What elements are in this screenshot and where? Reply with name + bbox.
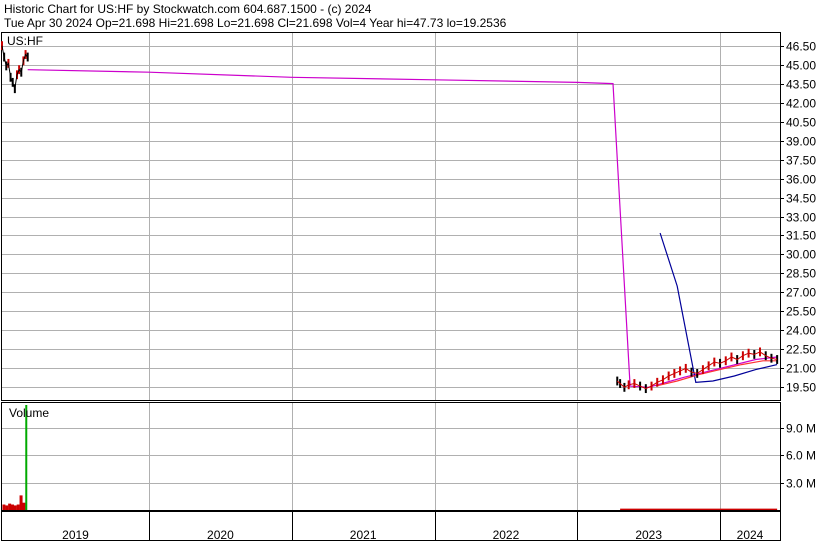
price-tick-label: 21.00 — [786, 362, 816, 376]
stock-chart: 46.50 45.00 43.50 42.00 40.50 39.00 37.50 36.00… — [1, 32, 816, 543]
volume-tick-label: 9.0 M — [786, 422, 816, 436]
price-tick-label: 45.00 — [786, 59, 816, 73]
price-tick-label: 31.50 — [786, 229, 816, 243]
price-tick-label: 46.50 — [786, 40, 816, 54]
year-label: 2021 — [350, 528, 377, 542]
price-panel-frame — [1, 32, 781, 401]
price-tick-label: 22.50 — [786, 343, 816, 357]
volume-bar — [5, 505, 9, 510]
date-axis-frame — [1, 511, 781, 541]
price-tick-label: 25.50 — [786, 305, 816, 319]
volume-tick-label: 6.0 M — [786, 449, 816, 463]
volume-bar — [2, 504, 6, 510]
year-label: 2022 — [493, 528, 520, 542]
price-tick-label: 42.00 — [786, 97, 816, 111]
price-tick-label: 30.00 — [786, 248, 816, 262]
grid-lines — [2, 33, 784, 540]
price-tick-label: 33.00 — [786, 211, 816, 225]
price-tick-label: 37.50 — [786, 154, 816, 168]
volume-bar — [10, 504, 14, 510]
volume-tick-label: 3.0 M — [786, 477, 816, 491]
volume-bars — [2, 405, 778, 510]
volume-label: Volume — [9, 406, 49, 420]
price-tick-label: 27.00 — [786, 286, 816, 300]
volume-panel-frame — [1, 402, 781, 511]
price-tick-label: 36.00 — [786, 173, 816, 187]
price-tick-label: 43.50 — [786, 78, 816, 92]
volume-bar — [8, 503, 12, 510]
price-tick-label: 19.50 — [786, 381, 816, 395]
volume-bar — [22, 502, 26, 510]
symbol-label: US:HF — [7, 34, 43, 48]
ma_long-line — [27, 69, 778, 388]
volume-recent-band — [620, 508, 778, 510]
year-label: 2020 — [207, 528, 234, 542]
price-tick-label: 39.00 — [786, 135, 816, 149]
volume-bar — [19, 495, 23, 510]
year-label: 2023 — [635, 528, 662, 542]
price-tick-label: 40.50 — [786, 116, 816, 130]
price-tick-label: 28.50 — [786, 267, 816, 281]
price-tick-label: 34.50 — [786, 192, 816, 206]
volume-bar — [13, 505, 17, 510]
year-label: 2019 — [62, 528, 89, 542]
volume-bar — [25, 405, 28, 510]
year-label: 2024 — [737, 528, 764, 542]
volume-bar — [16, 504, 20, 510]
price-tick-label: 24.00 — [786, 324, 816, 338]
tick-labels: 46.50 45.00 43.50 42.00 40.50 39.00 37.50 36.00… — [62, 40, 816, 543]
ma_short-line — [659, 232, 778, 383]
